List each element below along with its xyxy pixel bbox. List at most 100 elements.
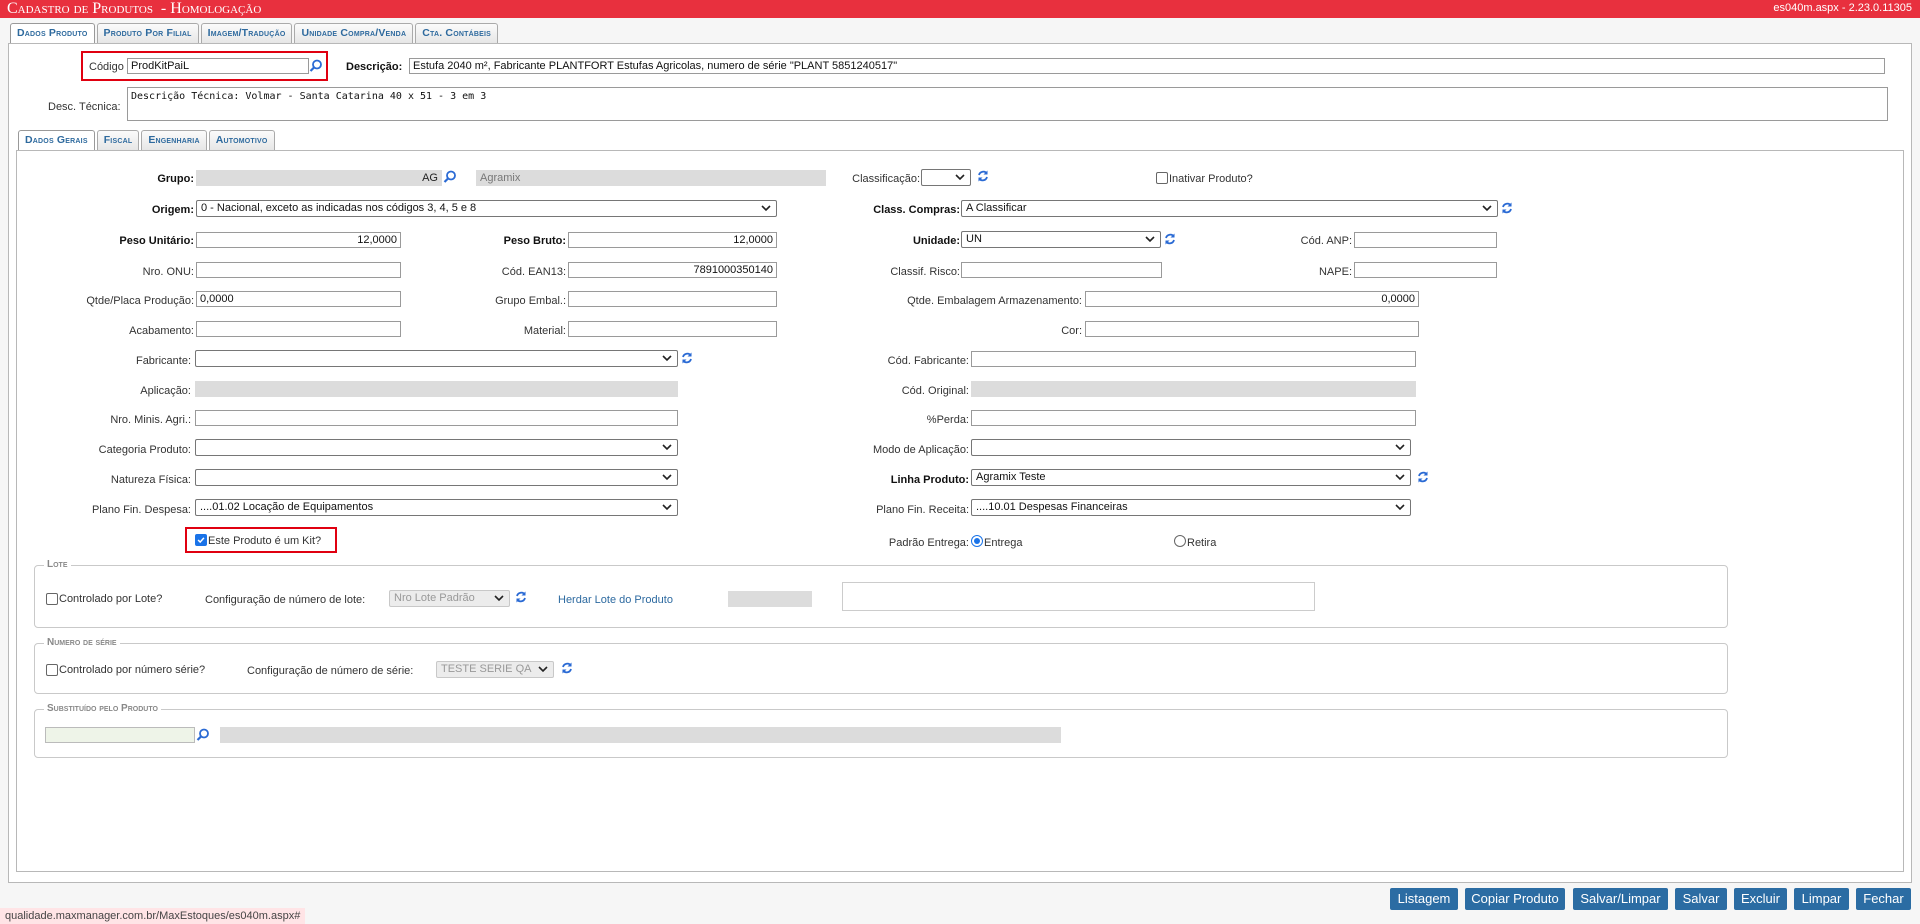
material-label: Material: <box>523 325 566 337</box>
kit-checkbox[interactable] <box>195 534 207 546</box>
cod-ean-label: Cód. EAN13: <box>501 266 566 278</box>
acabamento-input[interactable] <box>196 321 401 337</box>
plano-receita-label: Plano Fin. Receita: <box>876 504 969 516</box>
listagem-button[interactable]: Listagem <box>1390 888 1458 910</box>
categoria-select[interactable] <box>195 439 678 456</box>
config-lote-select: Nro Lote Padrão <box>389 590 510 607</box>
retira-radio[interactable] <box>1174 535 1186 547</box>
tab-dados-gerais[interactable]: Dados Gerais <box>18 130 95 151</box>
refresh-icon[interactable] <box>976 169 990 183</box>
tab-produto-por-filial[interactable]: Produto Por Filial <box>96 23 199 43</box>
sub-tabs: Dados Gerais Fiscal Engenharia Automotiv… <box>18 130 275 151</box>
refresh-icon[interactable] <box>1163 232 1177 246</box>
plano-receita-select[interactable]: ....10.01 Despesas Financeiras <box>971 499 1411 516</box>
perda-input[interactable] <box>971 410 1416 426</box>
controlado-lote-checkbox[interactable] <box>46 593 58 605</box>
retira-label: Retira <box>1187 537 1217 549</box>
chevron-down-icon <box>760 202 772 214</box>
inativar-checkbox[interactable] <box>1156 172 1168 184</box>
grupo-code-input[interactable]: AG <box>196 170 442 186</box>
classificacao-label: Classificação: <box>852 173 920 185</box>
nape-input[interactable] <box>1354 262 1497 278</box>
substituido-name-input <box>220 727 1061 743</box>
limpar-button[interactable]: Limpar <box>1794 888 1849 910</box>
salvar-limpar-button[interactable]: Salvar/Limpar <box>1573 888 1668 910</box>
origem-select[interactable]: 0 - Nacional, exceto as indicadas nos có… <box>196 200 777 217</box>
acabamento-label: Acabamento: <box>129 325 194 337</box>
grupo-embal-input[interactable] <box>568 291 777 307</box>
chevron-down-icon <box>1394 471 1406 483</box>
top-tabs: Dados Produto Produto Por Filial Imagem/… <box>10 23 498 44</box>
salvar-button[interactable]: Salvar <box>1675 888 1727 910</box>
chevron-down-icon <box>1144 233 1156 245</box>
fabricante-select[interactable] <box>195 350 678 367</box>
peso-bruto-input[interactable]: 12,0000 <box>568 232 777 248</box>
refresh-icon[interactable] <box>680 351 694 365</box>
desc-tecnica-textarea[interactable]: Descrição Técnica: Volmar - Santa Catari… <box>127 87 1888 121</box>
class-compras-select[interactable]: A Classificar <box>961 200 1498 217</box>
cod-original-input <box>971 381 1416 397</box>
tab-imagem-traducao[interactable]: Imagem/Tradução <box>200 23 293 43</box>
chevron-down-icon <box>537 663 549 675</box>
cod-ean-input[interactable]: 7891000350140 <box>568 262 777 278</box>
tab-unidade-compra-venda[interactable]: Unidade Compra/Venda <box>294 23 414 43</box>
perda-label: %Perda: <box>926 414 969 426</box>
qtde-placa-input[interactable]: 0,0000 <box>196 291 401 307</box>
natureza-select[interactable] <box>195 469 678 486</box>
codigo-label: Código <box>89 61 124 73</box>
cod-fabricante-input[interactable] <box>971 351 1416 367</box>
controlado-serie-checkbox[interactable] <box>46 664 58 676</box>
search-icon[interactable] <box>309 59 323 73</box>
refresh-icon[interactable] <box>514 590 528 604</box>
qtde-embalagem-input[interactable]: 0,0000 <box>1085 291 1419 307</box>
chevron-down-icon <box>661 352 673 364</box>
codigo-input[interactable]: ProdKitPaiL <box>127 58 309 74</box>
descricao-input[interactable]: Estufa 2040 m², Fabricante PLANTFORT Est… <box>409 58 1885 74</box>
linha-produto-select[interactable]: Agramix Teste <box>971 469 1411 486</box>
config-lote-value: Nro Lote Padrão <box>394 592 475 604</box>
unidade-select[interactable]: UN <box>961 231 1161 248</box>
plano-despesa-select[interactable]: ....01.02 Locação de Equipamentos <box>195 499 678 516</box>
tab-automotivo[interactable]: Automotivo <box>208 130 275 150</box>
substituido-code-input[interactable] <box>45 727 195 743</box>
classificacao-select[interactable] <box>921 169 971 186</box>
plano-despesa-label: Plano Fin. Despesa: <box>91 504 191 516</box>
refresh-icon[interactable] <box>1500 201 1514 215</box>
desc-tecnica-label: Desc. Técnica: <box>48 101 121 113</box>
classif-risco-input[interactable] <box>961 262 1162 278</box>
natureza-label: Natureza Física: <box>110 474 191 486</box>
window-title: Cadastro de Produtos - Homologação <box>7 0 262 17</box>
config-lote-label: Configuração de número de lote: <box>205 594 366 606</box>
lote-textarea[interactable] <box>842 582 1315 611</box>
fechar-button[interactable]: Fechar <box>1856 888 1911 910</box>
aplicacao-label: Aplicação: <box>140 385 191 397</box>
cor-input[interactable] <box>1085 321 1419 337</box>
status-url: qualidade.maxmanager.com.br/MaxEstoques/… <box>0 908 306 924</box>
search-icon[interactable] <box>443 170 457 184</box>
tab-engenharia[interactable]: Engenharia <box>141 130 207 150</box>
refresh-icon[interactable] <box>1416 470 1430 484</box>
unidade-value: UN <box>966 233 982 245</box>
copiar-produto-button[interactable]: Copiar Produto <box>1465 888 1565 910</box>
chevron-down-icon <box>954 171 966 183</box>
peso-unitario-input[interactable]: 12,0000 <box>196 232 401 248</box>
tab-fiscal[interactable]: Fiscal <box>96 130 140 150</box>
linha-produto-label: Linha Produto: <box>890 474 969 486</box>
linha-produto-value: Agramix Teste <box>976 471 1046 483</box>
tab-dados-produto[interactable]: Dados Produto <box>10 23 95 44</box>
excluir-button[interactable]: Excluir <box>1734 888 1787 910</box>
entrega-radio[interactable] <box>971 535 983 547</box>
modo-aplicacao-select[interactable] <box>971 439 1411 456</box>
cod-anp-input[interactable] <box>1354 232 1497 248</box>
herdar-lote-link[interactable]: Herdar Lote do Produto <box>558 594 673 606</box>
nro-minis-input[interactable] <box>195 410 678 426</box>
refresh-icon[interactable] <box>560 661 574 675</box>
search-icon[interactable] <box>196 728 210 742</box>
entrega-label: Entrega <box>984 537 1023 549</box>
nro-onu-input[interactable] <box>196 262 401 278</box>
tab-cta-contabeis[interactable]: Cta. Contábeis <box>415 23 498 43</box>
config-serie-select: TESTE SERIE QA <box>436 661 554 678</box>
plano-despesa-value: ....01.02 Locação de Equipamentos <box>200 501 374 513</box>
material-input[interactable] <box>568 321 777 337</box>
controlado-lote-label: Controlado por Lote? <box>59 593 163 605</box>
